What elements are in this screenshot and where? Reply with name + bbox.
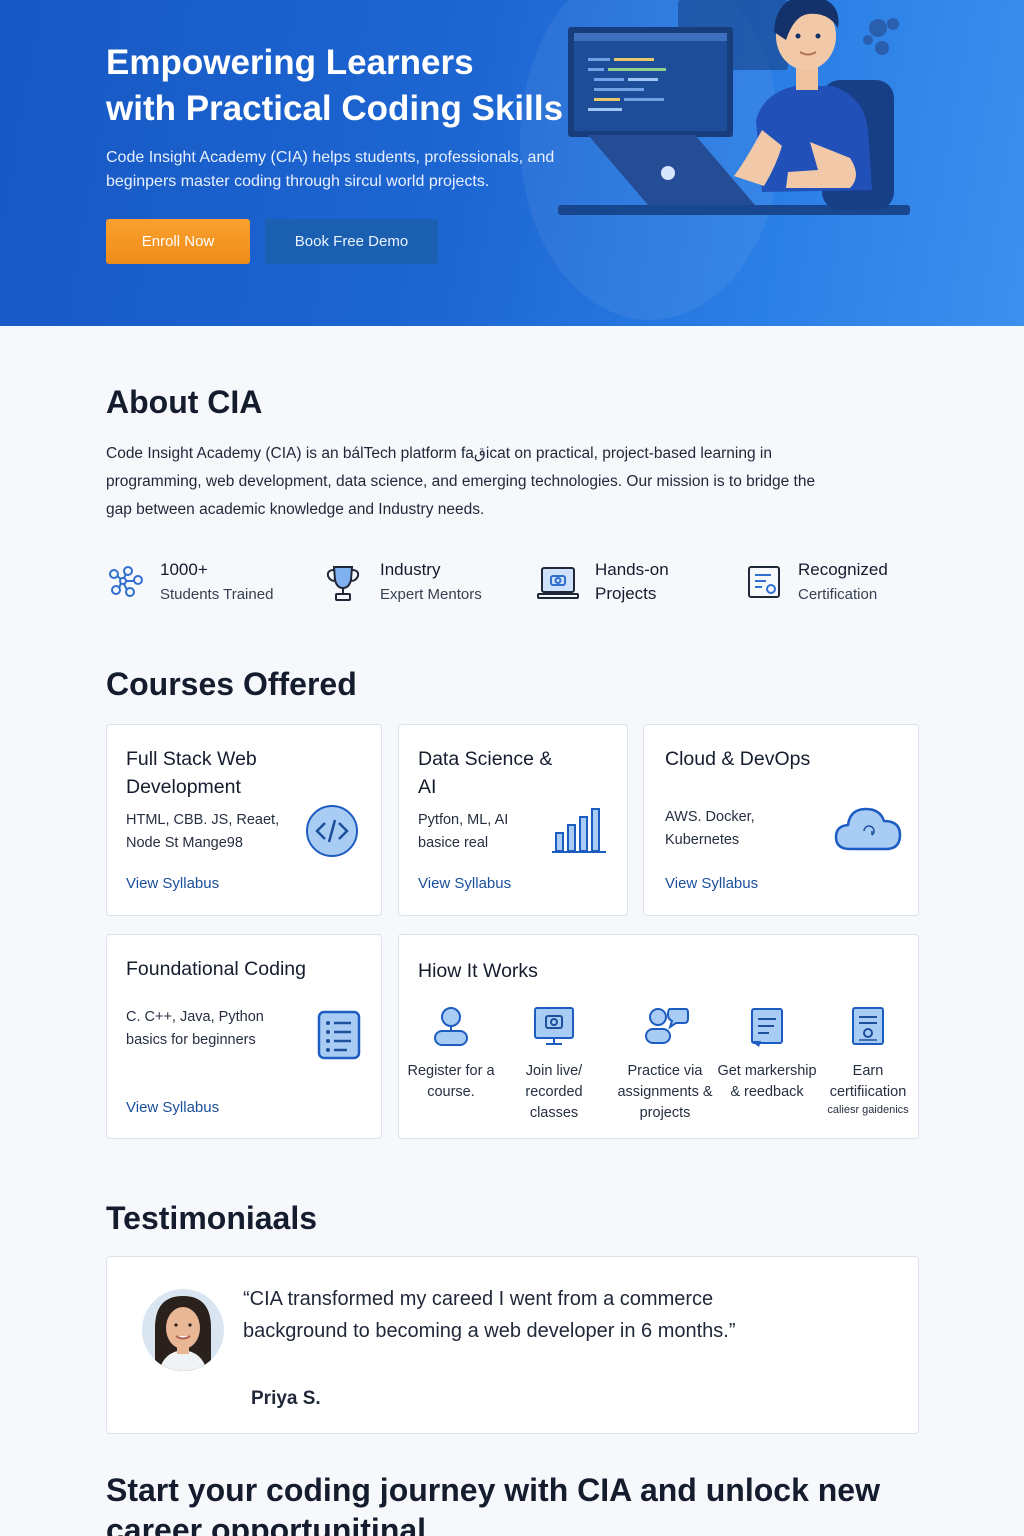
monitor-icon xyxy=(534,1007,574,1045)
testimonial-card: “CIA transformed my careed I went from a… xyxy=(106,1256,919,1434)
certificate-icon xyxy=(748,566,780,598)
hero-title: Empowering Learners with Practical Codin… xyxy=(106,40,586,132)
cloud-icon xyxy=(834,807,902,851)
stat-value: Industry xyxy=(380,560,441,579)
step-label: Earn certifiication xyxy=(829,1063,907,1100)
course-title: Full Stack Web Development xyxy=(126,748,257,798)
view-syllabus-link[interactable]: View Syllabus xyxy=(126,1099,219,1116)
stat-label: Students Trained xyxy=(160,586,274,603)
testimonial-quote: “CIA transformed my careed I went from a… xyxy=(243,1288,736,1342)
enroll-now-button[interactable]: Enroll Now xyxy=(106,219,250,264)
course-description: AWS. Docker, Kubernetes xyxy=(665,809,755,848)
stat-hands-on-projects: Hands-on Projects xyxy=(536,558,706,614)
step-sublabel: caliesr gaidenics xyxy=(827,1104,909,1116)
developer-illustration xyxy=(558,0,910,215)
course-description: HTML, CBB. JS, Reaet, Node St Mange98 xyxy=(126,812,280,851)
course-title: Data Science & AI xyxy=(418,748,553,798)
step-label: Practice via assignments & projects xyxy=(617,1063,713,1121)
courses-heading: Courses Offered xyxy=(106,666,357,702)
how-it-works-card: Hiow It Works Register for a course. Joi… xyxy=(398,934,919,1139)
stat-recognized-certification: Recognized Certification xyxy=(746,558,916,614)
about-description: Code Insight Academy (CIA) is an bálTech… xyxy=(106,445,816,518)
hero-title-line-2: with Practical Coding Skills xyxy=(106,89,564,128)
stat-students-trained: 1000+ Students Trained xyxy=(106,558,296,614)
course-card-data-science: Data Science & AI Pytfon, ML, AI basice … xyxy=(398,724,628,916)
course-card-full-stack: Full Stack Web Development HTML, CBB. JS… xyxy=(106,724,382,916)
hero-title-line-1: Empowering Learners xyxy=(106,43,474,82)
hero-subtitle: Code Insight Academy (CIA) helps student… xyxy=(106,149,555,190)
course-card-foundational: Foundational Coding C. C++, Java, Python… xyxy=(106,934,382,1139)
cta-heading: Start your coding journey with CIA and u… xyxy=(106,1472,880,1536)
document-list-icon xyxy=(317,1010,361,1060)
code-icon xyxy=(306,805,358,857)
testimonial-author: Priya S. xyxy=(251,1388,321,1409)
bar-chart-icon xyxy=(552,808,606,853)
step-practice: Practice via assignments & projects xyxy=(613,1005,717,1124)
view-syllabus-link[interactable]: View Syllabus xyxy=(418,875,511,892)
chat-users-icon xyxy=(645,1008,689,1044)
step-feedback: Get markership & reedback xyxy=(717,1005,817,1103)
user-icon xyxy=(434,1007,468,1046)
stat-expert-mentors: Industry Expert Mentors xyxy=(324,558,504,614)
clipboard-icon xyxy=(751,1008,783,1047)
course-description: Pytfon, ML, AI basice real xyxy=(418,812,509,851)
step-certification: Earn certifiication caliesr gaidenics xyxy=(817,1005,919,1117)
book-demo-button[interactable]: Book Free Demo xyxy=(265,219,438,264)
testimonials-heading: Testimoniaals xyxy=(106,1200,318,1236)
laptop-icon xyxy=(537,567,579,599)
step-label: Get markership & reedback xyxy=(717,1063,817,1100)
stat-value: Hands-on xyxy=(595,560,669,579)
step-register: Register for a course. xyxy=(401,1005,501,1103)
course-card-cloud-devops: Cloud & DevOps AWS. Docker, Kubernetes V… xyxy=(643,724,919,916)
step-label: Register for a course. xyxy=(407,1063,495,1100)
hero-section: Empowering Learners with Practical Codin… xyxy=(0,0,1024,326)
course-title: Foundational Coding xyxy=(126,958,306,980)
step-join-classes: Join live/ recorded classes xyxy=(504,1005,604,1124)
network-icon xyxy=(109,566,143,597)
course-title: Cloud & DevOps xyxy=(665,748,811,770)
view-syllabus-link[interactable]: View Syllabus xyxy=(126,875,219,892)
about-heading: About CIA xyxy=(106,384,263,420)
how-it-works-heading: Hiow It Works xyxy=(418,960,538,982)
avatar xyxy=(142,1289,224,1371)
certificate-icon xyxy=(852,1007,884,1045)
stat-label: Certification xyxy=(798,586,878,603)
stat-label: Expert Mentors xyxy=(380,586,482,603)
trophy-icon xyxy=(326,566,360,601)
view-syllabus-link[interactable]: View Syllabus xyxy=(665,875,758,892)
course-description: C. C++, Java, Python basics for beginner… xyxy=(126,1009,264,1048)
stat-value: 1000+ xyxy=(160,560,208,579)
stat-label: Projects xyxy=(595,584,657,603)
step-label: Join live/ recorded classes xyxy=(525,1063,583,1121)
stat-value: Recognized xyxy=(798,560,888,579)
